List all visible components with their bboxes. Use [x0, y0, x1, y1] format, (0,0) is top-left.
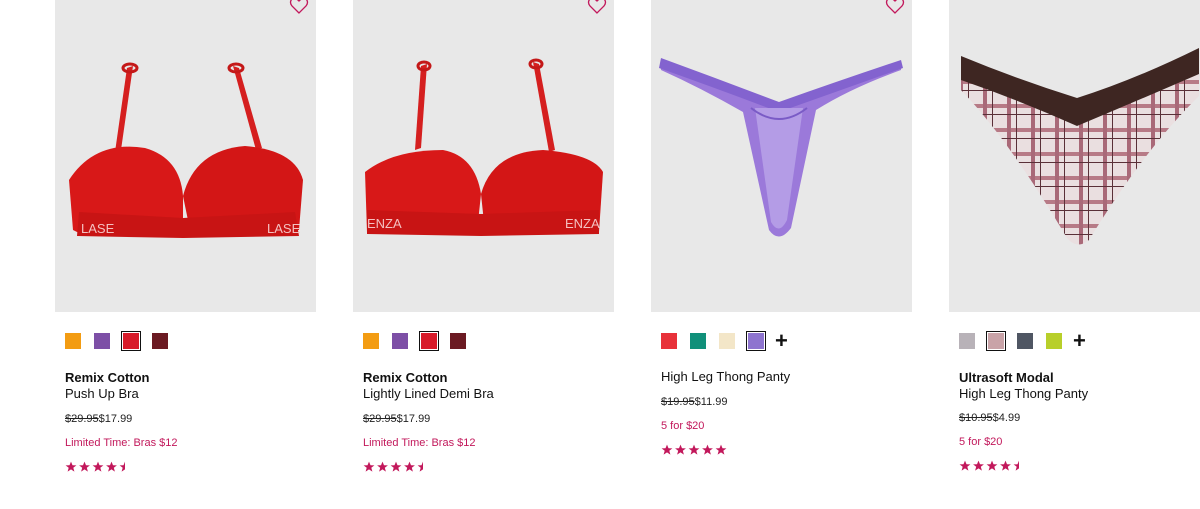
star-rating[interactable] — [959, 459, 1029, 473]
thong-panty-image — [659, 58, 903, 237]
product-image[interactable]: LASE LASE — [55, 0, 316, 312]
product-collection[interactable]: Remix Cotton — [363, 370, 448, 385]
sale-price: $11.99 — [694, 396, 728, 408]
star-icon — [973, 460, 984, 471]
promo-text: 5 for $20 — [959, 436, 1003, 448]
product-image[interactable]: ENZA ENZA — [353, 0, 614, 312]
star-icon — [688, 444, 700, 455]
color-swatches: + — [661, 330, 788, 352]
promo-text: Limited Time: Bras $12 — [65, 437, 178, 449]
svg-text:LASE: LASE — [267, 221, 301, 236]
modal-thong-image — [961, 48, 1199, 245]
product-collection[interactable]: Ultrasoft Modal — [959, 370, 1054, 385]
original-price: $29.95 — [363, 413, 397, 425]
svg-text:ENZA: ENZA — [565, 216, 600, 231]
star-icon — [675, 444, 686, 455]
more-colors-button[interactable]: + — [1073, 330, 1086, 352]
sale-price: $17.99 — [396, 413, 431, 425]
color-swatch[interactable] — [94, 333, 110, 349]
star-icon — [1000, 460, 1011, 471]
product-name[interactable]: Push Up Bra — [65, 386, 139, 401]
color-swatch[interactable] — [986, 331, 1006, 351]
star-icon — [79, 461, 90, 472]
product-name[interactable]: Lightly Lined Demi Bra — [363, 386, 494, 401]
star-icon — [986, 460, 998, 471]
product-collection[interactable]: Remix Cotton — [65, 370, 150, 385]
push-up-bra-image: LASE LASE — [69, 62, 303, 238]
star-icon — [417, 461, 423, 472]
more-colors-button[interactable]: + — [775, 330, 788, 352]
star-icon — [106, 461, 117, 472]
promo-text: Limited Time: Bras $12 — [363, 437, 476, 449]
color-swatch[interactable] — [65, 333, 81, 349]
rating-stars-svg — [959, 460, 1019, 471]
heart-icon[interactable] — [587, 0, 607, 16]
color-swatch[interactable] — [1046, 333, 1062, 349]
star-icon — [1013, 460, 1019, 471]
product-card[interactable]: LASE LASE Remix Cotton Push Up Bra $29.9… — [55, 0, 316, 472]
star-icon — [390, 461, 402, 472]
star-icon — [959, 460, 971, 471]
product-card[interactable]: + Ultrasoft Modal High Leg Thong Panty $… — [949, 0, 1200, 471]
star-icon — [702, 444, 713, 455]
original-price: $29.95 — [65, 413, 99, 425]
product-name[interactable]: High Leg Thong Panty — [661, 369, 790, 384]
star-icon — [377, 461, 388, 472]
color-swatch[interactable] — [690, 333, 706, 349]
product-price: $29.95$17.99 — [363, 413, 430, 425]
product-image[interactable] — [651, 0, 912, 312]
product-card[interactable]: ENZA ENZA Remix Cotton Lightly Lined Dem… — [353, 0, 614, 472]
color-swatch[interactable] — [419, 331, 439, 351]
demi-bra-image: ENZA ENZA — [365, 58, 603, 236]
star-rating[interactable] — [65, 460, 135, 474]
rating-stars-svg — [661, 444, 727, 455]
sale-price: $4.99 — [992, 412, 1021, 424]
star-rating[interactable] — [661, 443, 731, 457]
svg-text:ENZA: ENZA — [367, 216, 402, 231]
rating-stars-svg — [363, 461, 423, 472]
svg-text:LASE: LASE — [81, 221, 115, 236]
original-price: $10.95 — [959, 412, 993, 424]
color-swatch[interactable] — [1017, 333, 1033, 349]
color-swatch[interactable] — [121, 331, 141, 351]
color-swatches: + — [959, 330, 1086, 352]
heart-icon[interactable] — [289, 0, 309, 16]
color-swatch[interactable] — [392, 333, 408, 349]
star-icon — [363, 461, 375, 472]
product-name[interactable]: High Leg Thong Panty — [959, 386, 1088, 401]
color-swatch[interactable] — [450, 333, 466, 349]
product-card[interactable]: + High Leg Thong Panty $19.95$11.99 5 fo… — [651, 0, 912, 455]
product-image[interactable] — [949, 0, 1200, 312]
product-price: $19.95$11.99 — [661, 396, 727, 408]
color-swatch[interactable] — [746, 331, 766, 351]
color-swatch[interactable] — [152, 333, 168, 349]
rating-stars-svg — [65, 461, 125, 472]
color-swatch[interactable] — [661, 333, 677, 349]
color-swatch[interactable] — [363, 333, 379, 349]
star-icon — [92, 461, 104, 472]
color-swatches — [65, 331, 181, 351]
product-price: $29.95$17.99 — [65, 413, 132, 425]
promo-text: 5 for $20 — [661, 420, 705, 432]
star-icon — [661, 444, 673, 455]
original-price: $19.95 — [661, 396, 695, 408]
star-icon — [715, 444, 727, 455]
color-swatch[interactable] — [959, 333, 975, 349]
product-price: $10.95$4.99 — [959, 412, 1020, 424]
star-icon — [65, 461, 77, 472]
star-rating[interactable] — [363, 460, 433, 474]
color-swatch[interactable] — [719, 333, 735, 349]
color-swatches — [363, 331, 479, 351]
star-icon — [119, 461, 125, 472]
heart-icon[interactable] — [885, 0, 905, 16]
sale-price: $17.99 — [98, 413, 133, 425]
star-icon — [404, 461, 415, 472]
